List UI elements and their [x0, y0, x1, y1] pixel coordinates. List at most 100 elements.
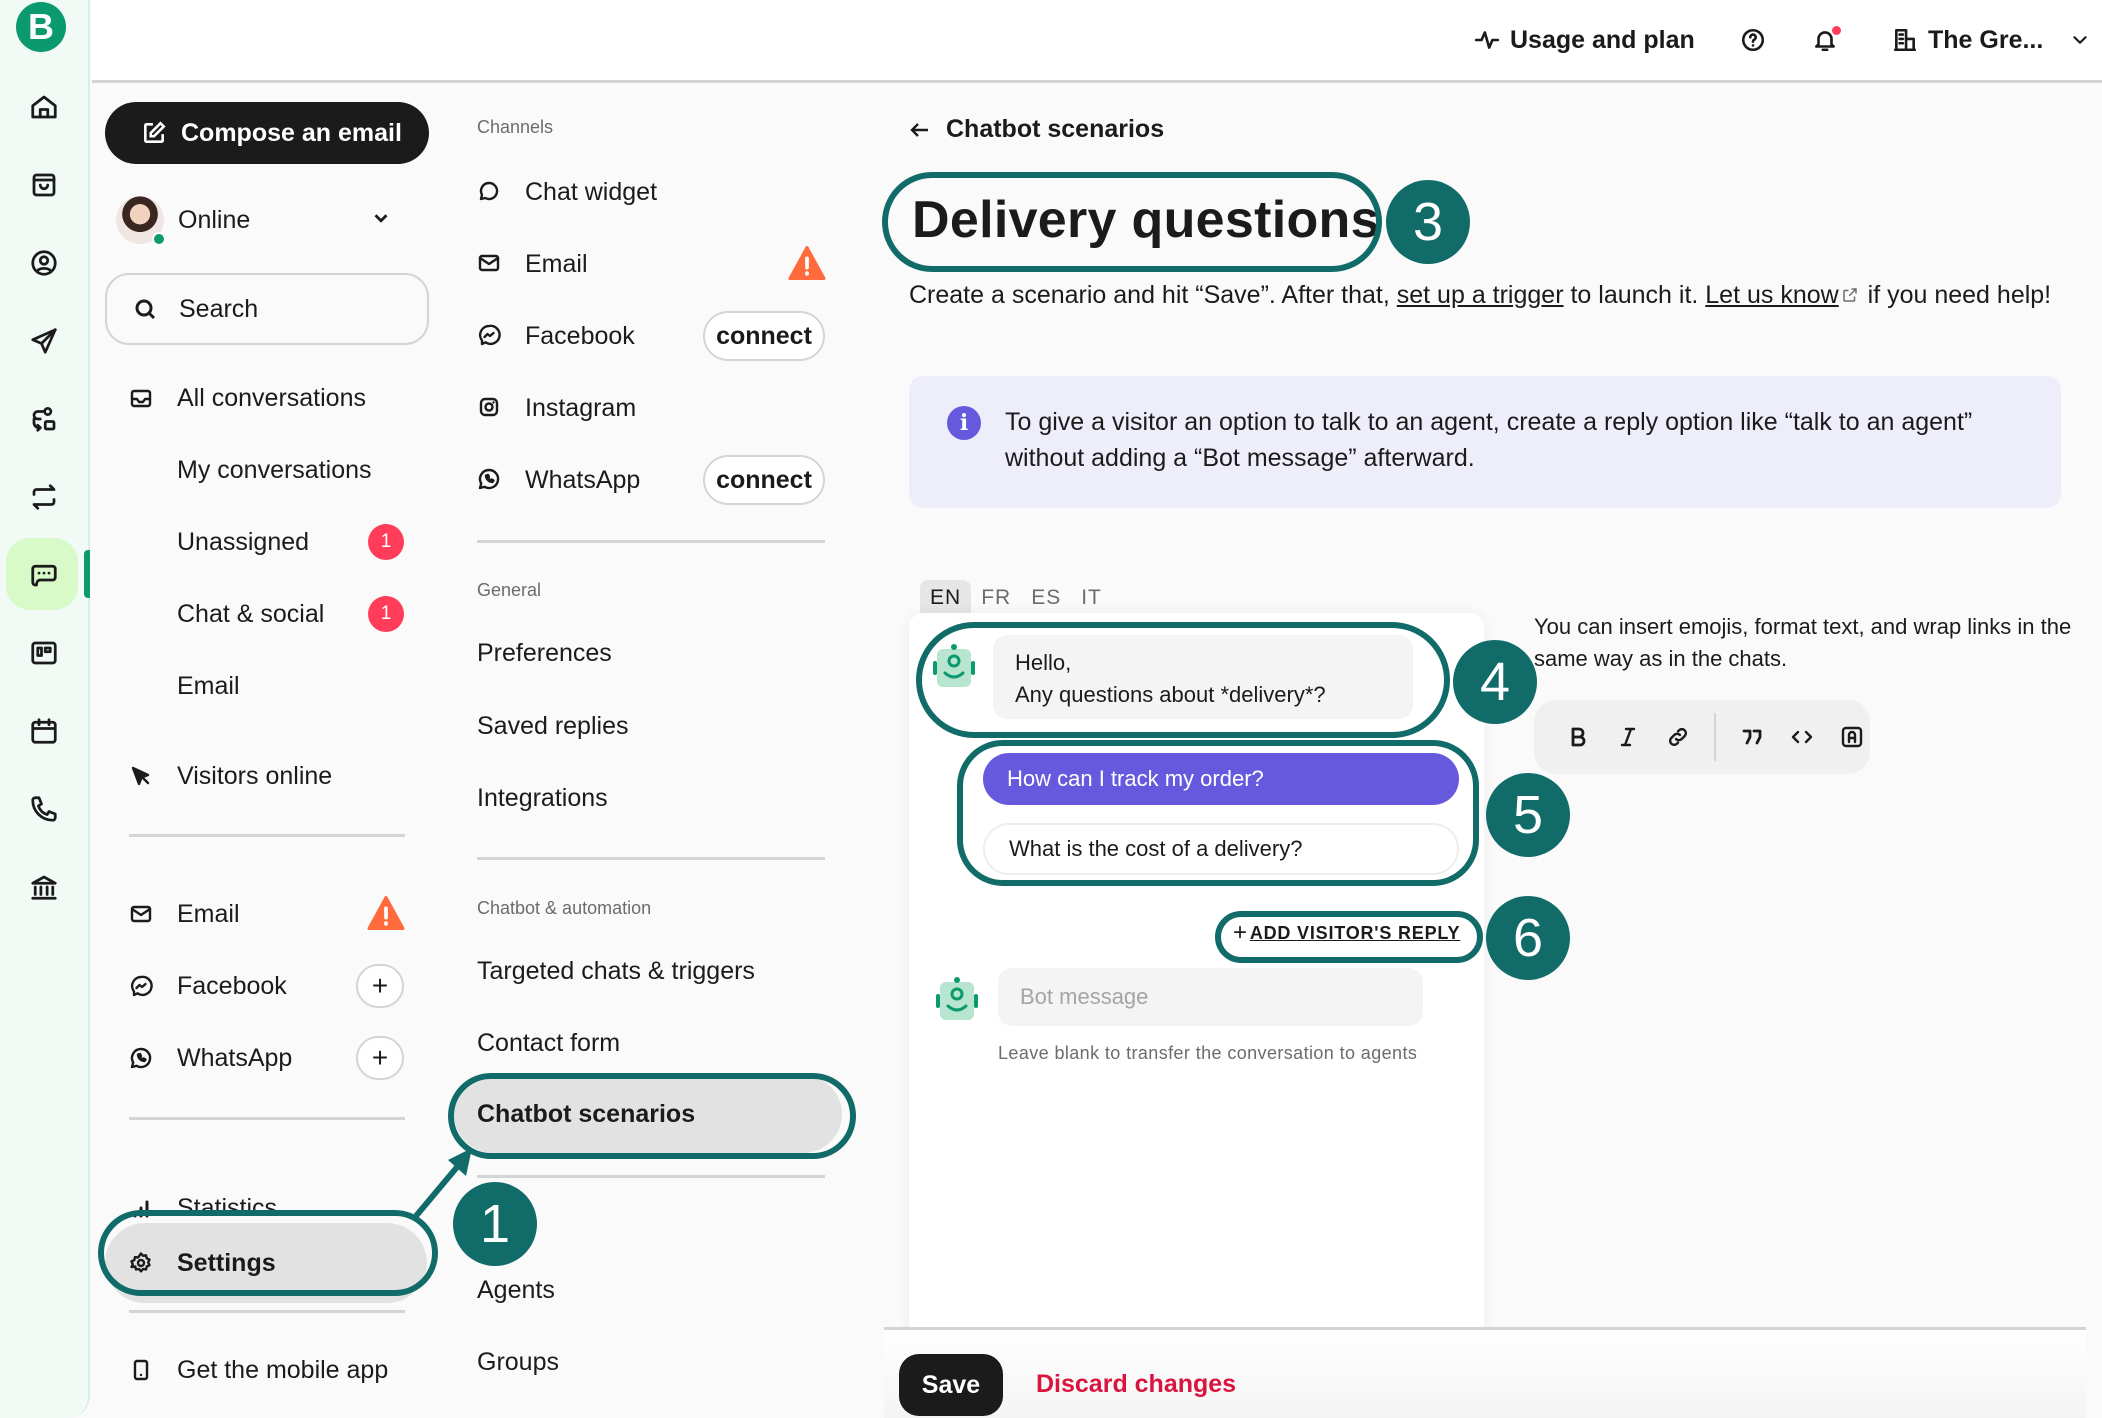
- conversations-icon[interactable]: [22, 553, 66, 597]
- settings-targeted-chats[interactable]: Targeted chats & triggers: [440, 941, 860, 1001]
- nav-label: WhatsApp: [177, 1043, 293, 1072]
- brevo-logo[interactable]: B: [16, 2, 66, 52]
- nav-label: Agents: [477, 1275, 555, 1304]
- annotation-number: 6: [1486, 896, 1570, 980]
- account-menu[interactable]: The Gre...: [1892, 0, 2091, 80]
- settings-chatbot-scenarios[interactable]: Chatbot scenarios: [454, 1075, 842, 1153]
- nav-my-conversations[interactable]: My conversations: [92, 440, 440, 500]
- link-button[interactable]: [1664, 723, 1692, 751]
- nav-label: Preferences: [477, 638, 612, 667]
- settings-groups[interactable]: Groups: [440, 1332, 860, 1392]
- nav-channel-facebook[interactable]: Facebook +: [92, 956, 440, 1016]
- annotation-number: 1: [453, 1182, 537, 1266]
- annotation-number: 5: [1486, 773, 1570, 857]
- visitor-reply-option[interactable]: How can I track my order?: [983, 753, 1459, 805]
- nav-settings[interactable]: Settings: [105, 1223, 427, 1303]
- search-input[interactable]: Search: [105, 273, 429, 345]
- messenger-icon: [128, 973, 154, 999]
- nav-channel-email[interactable]: Email: [92, 884, 440, 944]
- nav-mobile-app[interactable]: Get the mobile app: [92, 1340, 440, 1400]
- nav-chat-social[interactable]: Chat & social 1: [92, 584, 440, 644]
- settings-contact-form[interactable]: Contact form: [440, 1013, 860, 1073]
- main-content: Chatbot scenarios Delivery questions Cre…: [860, 83, 2102, 1418]
- settings-preferences[interactable]: Preferences: [440, 623, 860, 683]
- visitor-reply-option[interactable]: What is the cost of a delivery?: [983, 823, 1459, 875]
- warning-icon: [367, 896, 405, 930]
- discard-changes-button[interactable]: Discard changes: [1036, 1370, 1236, 1399]
- nav-label: Chat widget: [525, 177, 658, 206]
- add-facebook-button[interactable]: +: [356, 964, 404, 1008]
- tab-lang-it[interactable]: IT: [1071, 580, 1112, 616]
- general-section-header: General: [477, 580, 542, 600]
- bot-message-hint: Leave blank to transfer the conversation…: [998, 1043, 1418, 1063]
- quote-button[interactable]: [1738, 723, 1766, 751]
- bot-message-input[interactable]: Bot message: [998, 968, 1423, 1026]
- notifications-button[interactable]: [1812, 0, 1841, 80]
- settings-facebook[interactable]: Facebook connect: [440, 306, 860, 366]
- tab-lang-es[interactable]: ES: [1021, 580, 1071, 616]
- nav-label: Visitors online: [177, 761, 333, 790]
- tab-lang-en[interactable]: EN: [920, 580, 972, 616]
- save-button[interactable]: Save: [899, 1354, 1003, 1416]
- settings-agents[interactable]: Agents: [440, 1260, 860, 1320]
- back-to-chatbot-scenarios[interactable]: Chatbot scenarios: [908, 115, 1164, 144]
- nav-email[interactable]: Email: [92, 656, 440, 716]
- home-icon[interactable]: [22, 85, 66, 129]
- divider: [477, 857, 825, 860]
- plus-icon: +: [1233, 919, 1248, 946]
- settings-whatsapp[interactable]: WhatsApp connect: [440, 450, 860, 510]
- nav-channel-whatsapp[interactable]: WhatsApp +: [92, 1028, 440, 1088]
- compose-email-button[interactable]: Compose an email: [105, 102, 429, 164]
- calendar-icon[interactable]: [22, 709, 66, 753]
- settings-saved-replies[interactable]: Saved replies: [440, 696, 860, 756]
- nav-label: Email: [177, 671, 240, 700]
- inbox-box-icon[interactable]: [22, 163, 66, 207]
- settings-chat-widget[interactable]: Chat widget: [440, 162, 860, 222]
- tab-lang-fr[interactable]: FR: [971, 580, 1021, 616]
- code-icon: [1791, 730, 1813, 744]
- link-icon: [1668, 727, 1688, 747]
- set-up-trigger-link[interactable]: set up a trigger: [1397, 281, 1564, 309]
- channels-section-header: Channels: [477, 117, 554, 137]
- settings-email[interactable]: Email: [440, 234, 860, 294]
- nav-unassigned[interactable]: Unassigned 1: [92, 512, 440, 572]
- let-us-know-link[interactable]: Let us know: [1705, 281, 1838, 309]
- connect-whatsapp-button[interactable]: connect: [703, 455, 825, 505]
- bold-button[interactable]: [1564, 723, 1592, 751]
- bot-message-line: Hello,: [1015, 650, 1072, 675]
- nav-label: Groups: [477, 1347, 559, 1376]
- annotation-number: 3: [1386, 180, 1470, 264]
- help-button[interactable]: [1740, 0, 1766, 80]
- bot-message-bubble[interactable]: Hello, Any questions about *delivery*?: [993, 635, 1413, 719]
- add-whatsapp-button[interactable]: +: [356, 1036, 404, 1080]
- nav-visitors-online[interactable]: Visitors online: [92, 746, 440, 806]
- variable-button[interactable]: [1838, 723, 1866, 751]
- transactional-icon[interactable]: [22, 475, 66, 519]
- italic-button[interactable]: [1614, 723, 1642, 751]
- building-icon: [1893, 28, 1917, 52]
- account-label: The Gre...: [1928, 25, 2044, 54]
- nav-all-conversations[interactable]: All conversations: [92, 368, 440, 428]
- send-icon[interactable]: [22, 319, 66, 363]
- scenario-title[interactable]: Delivery questions: [912, 190, 1380, 250]
- settings-instagram[interactable]: Instagram: [440, 378, 860, 438]
- nav-label: Targeted chats & triggers: [477, 956, 755, 985]
- usage-label: Usage and plan: [1510, 25, 1695, 54]
- chevron-down-icon: [2073, 36, 2087, 44]
- connect-facebook-button[interactable]: connect: [703, 311, 825, 361]
- contacts-icon[interactable]: [22, 241, 66, 285]
- nav-label: Statistics: [177, 1193, 278, 1222]
- phone-icon[interactable]: [22, 787, 66, 831]
- search-icon: [135, 299, 156, 320]
- code-button[interactable]: [1788, 723, 1816, 751]
- deals-icon[interactable]: [22, 631, 66, 675]
- add-visitor-reply-button[interactable]: + ADD VISITOR'S REPLY: [1233, 919, 1460, 947]
- nav-label: Contact form: [477, 1028, 621, 1057]
- usage-and-plan-link[interactable]: Usage and plan: [1474, 0, 1695, 80]
- bank-icon[interactable]: [22, 865, 66, 909]
- status-selector[interactable]: Online: [116, 193, 406, 247]
- automation-icon[interactable]: [22, 397, 66, 441]
- settings-integrations[interactable]: Integrations: [440, 768, 860, 828]
- bar-chart-icon: [128, 1195, 154, 1221]
- chat-social-badge: 1: [368, 596, 404, 632]
